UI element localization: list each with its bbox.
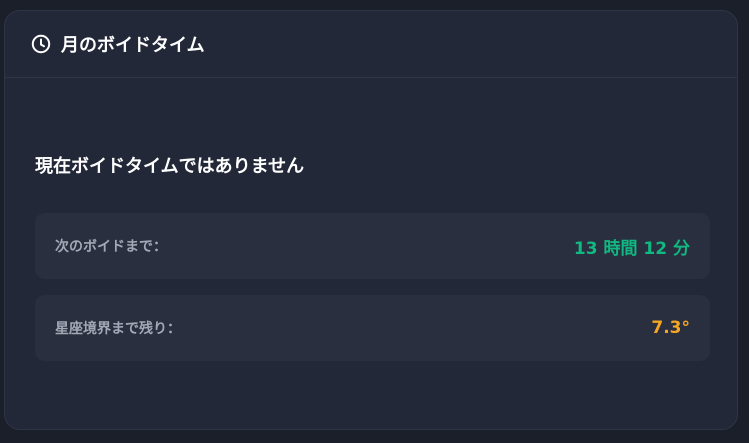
- clock-icon: [31, 34, 51, 54]
- next-void-label: 次のボイドまで：: [55, 239, 167, 255]
- sign-boundary-value: 7.3°: [651, 318, 690, 338]
- card-title: 月のボイドタイム: [61, 35, 205, 56]
- sign-boundary-label: 星座境界まで残り：: [55, 321, 181, 337]
- card-header: 月のボイドタイム: [5, 11, 737, 78]
- sign-boundary-row: 星座境界まで残り： 7.3°: [35, 295, 710, 361]
- void-status-text: 現在ボイドタイムではありません: [35, 156, 305, 177]
- void-time-card: 月のボイドタイム 現在ボイドタイムではありません 次のボイドまで： 13 時間 …: [4, 10, 738, 430]
- next-void-value: 13 時間 12 分: [573, 238, 690, 259]
- next-void-row: 次のボイドまで： 13 時間 12 分: [35, 213, 710, 279]
